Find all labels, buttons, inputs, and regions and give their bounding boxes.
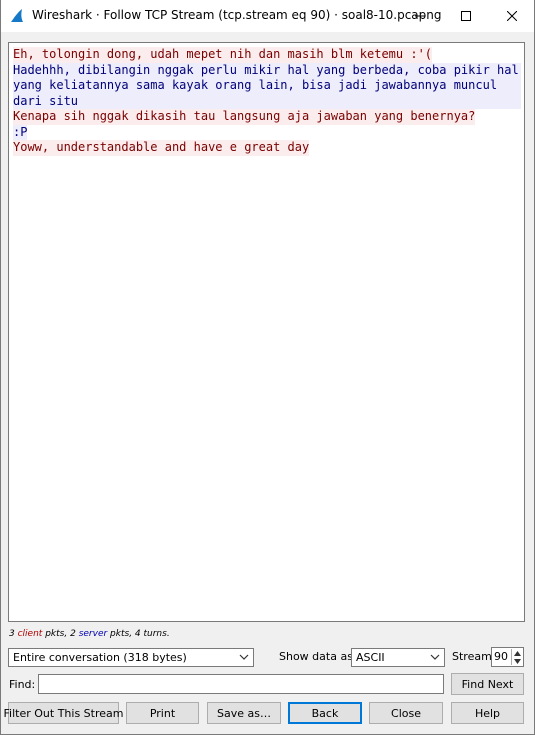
print-button[interactable]: Print — [126, 702, 199, 724]
close-button[interactable]: Close — [369, 702, 443, 724]
filter-out-stream-button[interactable]: Filter Out This Stream — [4, 702, 123, 724]
back-button[interactable]: Back — [288, 702, 362, 724]
window-title: Wireshark · Follow TCP Stream (tcp.strea… — [32, 8, 442, 22]
minimize-icon — [415, 15, 425, 17]
packet-summary: 3 client pkts, 2 server pkts, 4 turns. — [9, 629, 170, 639]
find-label: Find: — [9, 678, 36, 691]
data-format-value: ASCII — [356, 651, 385, 664]
stream-line-server: :P — [13, 124, 28, 140]
conversation-select-value: Entire conversation (318 bytes) — [13, 651, 187, 664]
client-packet-count: 3 — [9, 629, 15, 639]
data-format-select[interactable]: ASCII — [351, 648, 445, 667]
stream-number-spinbox[interactable]: 90 — [491, 647, 524, 667]
chevron-down-icon — [430, 654, 440, 660]
spin-buttons — [511, 649, 522, 665]
close-icon — [507, 11, 517, 21]
help-button[interactable]: Help — [451, 702, 524, 724]
stream-number-value: 90 — [494, 650, 508, 663]
spin-up-button[interactable] — [512, 649, 522, 657]
show-data-as-label: Show data as — [279, 650, 353, 663]
find-next-button[interactable]: Find Next — [451, 673, 524, 695]
chevron-down-icon — [239, 654, 249, 660]
maximize-button[interactable] — [443, 0, 489, 32]
stream-text: Eh, tolongin dong, udah mepet nih dan ma… — [9, 43, 524, 156]
chevron-down-icon — [513, 658, 521, 664]
summary-separator: pkts, — [42, 629, 71, 639]
find-input[interactable] — [38, 674, 444, 694]
stream-line-server: Hadehhh, dibilangin nggak perlu mikir ha… — [13, 62, 521, 109]
client-word: client — [17, 629, 43, 639]
wireshark-fin-icon — [11, 9, 23, 22]
maximize-icon — [461, 11, 471, 21]
close-window-button[interactable] — [489, 0, 535, 32]
save-as-button[interactable]: Save as… — [207, 702, 281, 724]
chevron-up-icon — [513, 650, 521, 656]
server-packet-count: 2 — [70, 629, 76, 639]
summary-tail: pkts, 4 turns. — [107, 629, 170, 639]
stream-content-area[interactable]: Eh, tolongin dong, udah mepet nih dan ma… — [8, 42, 525, 622]
minimize-button[interactable] — [397, 0, 443, 32]
stream-line-client: Eh, tolongin dong, udah mepet nih dan ma… — [13, 47, 433, 63]
stream-line-client: Kenapa sih nggak dikasih tau langsung aj… — [13, 109, 476, 125]
stream-label: Stream — [452, 650, 492, 663]
server-word: server — [78, 629, 108, 639]
title-bar[interactable]: Wireshark · Follow TCP Stream (tcp.strea… — [0, 0, 535, 32]
conversation-select[interactable]: Entire conversation (318 bytes) — [8, 648, 254, 667]
spin-down-button[interactable] — [512, 657, 522, 665]
stream-line-client: Yoww, understandable and have e great da… — [13, 140, 310, 156]
